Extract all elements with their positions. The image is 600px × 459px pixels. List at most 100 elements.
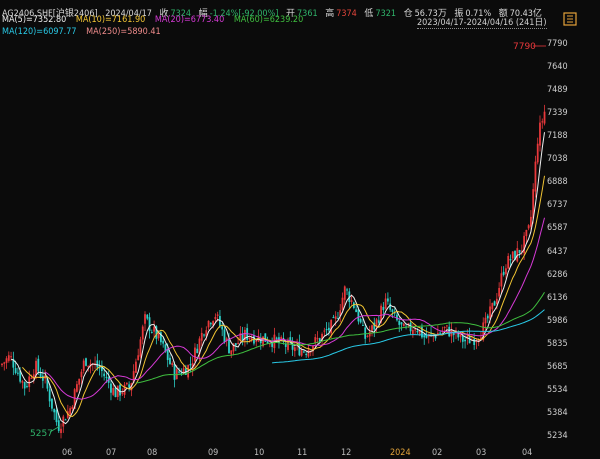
candle-body [189, 363, 192, 366]
candle-body [343, 286, 346, 300]
candle-body [57, 420, 60, 431]
y-tick-label: 6888 [547, 177, 568, 188]
candle-body [28, 376, 31, 387]
ma250-label: MA(250)=5890.41 [86, 27, 161, 37]
high-value: 7374 [336, 9, 357, 19]
candle-body [230, 350, 233, 355]
candle-body [76, 384, 78, 392]
candlestick-chart: 7790 5257 [1, 42, 546, 439]
candle-body [355, 309, 358, 313]
candle-body [327, 327, 330, 331]
ma10-label: MA(10)=7161.90 [75, 15, 146, 25]
chart-annotations: 7790 5257 [30, 42, 546, 439]
candle-body [275, 337, 278, 339]
candle-body [53, 409, 56, 413]
candle-body [71, 406, 74, 410]
y-tick-label: 5685 [547, 361, 568, 372]
candle-body [135, 361, 137, 373]
candle-body [325, 329, 328, 331]
candle-body [500, 273, 503, 287]
candle-body [148, 317, 151, 332]
candle-body [64, 419, 67, 421]
ma5-label: MA(5)=7352.80 [2, 15, 67, 25]
candle-body [105, 376, 108, 378]
y-tick-label: 5534 [547, 384, 568, 395]
candle-body [80, 371, 83, 378]
candle-body [423, 335, 426, 338]
y-tick-label: 7640 [547, 62, 568, 72]
candle-body [391, 309, 394, 312]
candle-body [484, 317, 487, 324]
candle-body [536, 143, 539, 163]
candle-body [464, 339, 466, 342]
candle-body [114, 387, 117, 398]
candle-body [3, 362, 6, 364]
candle-body [37, 358, 40, 372]
candle-body [316, 338, 319, 340]
candle-body [439, 332, 442, 334]
candle-body [307, 349, 310, 357]
candle-body [491, 302, 494, 310]
low-value: 7321 [375, 9, 397, 19]
ma-legend-row-2: MA(120)=6097.77 MA(250)=5890.41 [2, 27, 168, 37]
candle-group [1, 104, 546, 439]
candle-body [346, 289, 348, 291]
candle-body [41, 375, 44, 381]
candle-body [293, 347, 296, 352]
candle-body [144, 314, 146, 324]
candle-body [303, 351, 305, 353]
x-tick-label: 04 [522, 448, 533, 458]
date-range-selector[interactable]: 2023/04/17-2024/04/16 (241日) [417, 15, 547, 29]
candle-body [110, 383, 112, 393]
candle-body [87, 365, 90, 368]
candle-body [139, 339, 142, 357]
candle-body [387, 298, 389, 302]
candle-body [241, 333, 244, 341]
x-tick-label: 02 [432, 448, 443, 458]
y-tick-label: 6437 [547, 246, 568, 257]
candle-body [23, 382, 26, 389]
candle-body [228, 338, 230, 354]
y-tick-label: 7339 [547, 108, 568, 119]
candle-body [60, 428, 62, 434]
candle-body [85, 358, 87, 366]
candle-body [234, 343, 237, 346]
ma-line [22, 175, 545, 418]
candle-body [539, 122, 541, 146]
candle-body [146, 314, 149, 319]
candle-body [364, 327, 367, 339]
y-tick-label: 5384 [547, 407, 568, 418]
candle-body [493, 301, 496, 306]
candle-body [384, 298, 387, 309]
y-tick-label: 7790 [547, 39, 568, 49]
candle-body [332, 316, 335, 318]
candle-body [112, 388, 115, 395]
ma60-label: MA(60)=6239.20 [233, 15, 304, 25]
candle-body [209, 323, 212, 325]
candle-body [30, 378, 33, 380]
x-tick-label: 07 [106, 448, 117, 458]
candle-body [116, 385, 119, 397]
candle-body [203, 334, 205, 336]
settings-icon[interactable] [563, 12, 577, 26]
ma-line [44, 217, 545, 400]
candle-body [51, 398, 53, 409]
candle-body [473, 338, 476, 346]
candle-body [119, 384, 121, 396]
candle-body [502, 271, 505, 275]
candle-body [362, 324, 364, 326]
candle-body [78, 378, 81, 385]
moving-average-lines [10, 132, 545, 425]
ma120-label: MA(120)=6097.77 [2, 27, 77, 37]
candle-body [10, 356, 12, 358]
candle-body [507, 255, 510, 269]
candle-body [55, 409, 58, 423]
candle-body [411, 330, 414, 335]
candle-body [162, 340, 165, 344]
candle-body [530, 216, 532, 227]
y-tick-label: 7038 [547, 154, 568, 165]
candle-body [171, 363, 174, 366]
x-tick-label: 11 [297, 448, 308, 458]
candle-body [541, 121, 544, 123]
candle-body [141, 326, 144, 340]
